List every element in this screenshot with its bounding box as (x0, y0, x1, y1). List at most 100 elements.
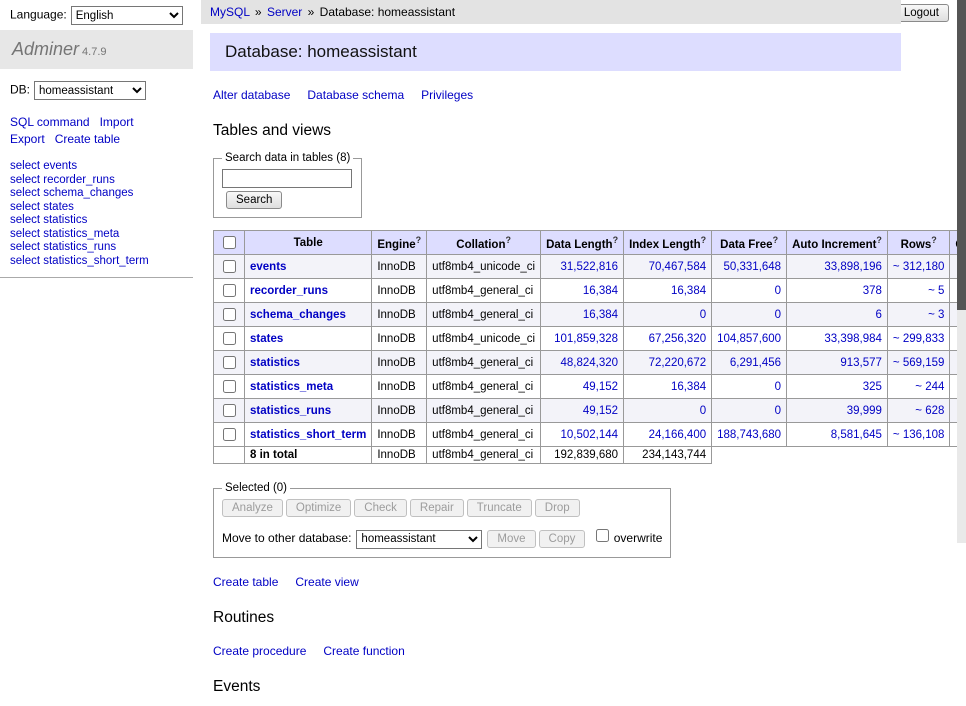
help-link-index-length[interactable]: ? (701, 235, 707, 245)
sidebar-action-create-table[interactable]: Create table (55, 132, 120, 146)
table-link-events[interactable]: events (250, 261, 286, 273)
cell-data-length-link-schema_changes[interactable]: 16,384 (583, 309, 618, 321)
cell-data-free-link-schema_changes[interactable]: 0 (775, 309, 781, 321)
row-checkbox-statistics[interactable] (223, 356, 236, 369)
breadcrumb-server[interactable]: Server (267, 5, 302, 19)
cell-data-free-link-statistics[interactable]: 6,291,456 (730, 357, 781, 369)
table-link-statistics[interactable]: statistics (250, 357, 300, 369)
cell-data-free-link-recorder_runs[interactable]: 0 (775, 285, 781, 297)
cell-index-length-link-events[interactable]: 70,467,584 (649, 261, 707, 273)
cell-auto-increment-link-recorder_runs[interactable]: 378 (863, 285, 882, 297)
row-checkbox-recorder_runs[interactable] (223, 284, 236, 297)
sidebar-action-sql-command[interactable]: SQL command (10, 115, 90, 129)
cell-data-free-link-statistics_meta[interactable]: 0 (775, 381, 781, 393)
cell-rows-link-schema_changes[interactable]: ~ 3 (928, 309, 944, 321)
cell-rows-link-events[interactable]: ~ 312,180 (893, 261, 944, 273)
row-checkbox-schema_changes[interactable] (223, 308, 236, 321)
create-link-create-view[interactable]: Create view (295, 575, 358, 589)
optimize-button[interactable]: Optimize (286, 499, 351, 517)
cell-index-length-link-recorder_runs[interactable]: 16,384 (671, 285, 706, 297)
search-button[interactable]: Search (226, 191, 282, 209)
cell-auto-increment-link-statistics_short_term[interactable]: 8,581,645 (831, 429, 882, 441)
copy-button[interactable]: Copy (539, 530, 586, 548)
cell-data-length-link-states[interactable]: 101,859,328 (554, 333, 618, 345)
check-button[interactable]: Check (354, 499, 407, 517)
row-checkbox-statistics_short_term[interactable] (223, 428, 236, 441)
cell-index-length-link-statistics_short_term[interactable]: 24,166,400 (649, 429, 707, 441)
sidebar-link-select-events[interactable]: select events (10, 160, 77, 172)
table-link-statistics_runs[interactable]: statistics_runs (250, 405, 331, 417)
routine-link-create-procedure[interactable]: Create procedure (213, 644, 306, 658)
sidebar-link-select-schema-changes[interactable]: select schema_changes (10, 187, 133, 199)
cell-data-length-link-recorder_runs[interactable]: 16,384 (583, 285, 618, 297)
cell-data-length-link-statistics_meta[interactable]: 49,152 (583, 381, 618, 393)
cell-data-free-link-statistics_runs[interactable]: 0 (775, 405, 781, 417)
help-link-rows[interactable]: ? (931, 235, 937, 245)
table-link-recorder_runs[interactable]: recorder_runs (250, 285, 328, 297)
help-link-collation[interactable]: ? (505, 235, 511, 245)
cell-data-free-link-events[interactable]: 50,331,648 (724, 261, 782, 273)
cell-auto-increment-link-events[interactable]: 33,898,196 (824, 261, 882, 273)
select-all-checkbox[interactable] (223, 236, 236, 249)
sidebar-link-select-statistics-short-term[interactable]: select statistics_short_term (10, 255, 149, 267)
move-button[interactable]: Move (487, 530, 535, 548)
truncate-button[interactable]: Truncate (467, 499, 532, 517)
create-link-create-table[interactable]: Create table (213, 575, 278, 589)
row-checkbox-states[interactable] (223, 332, 236, 345)
move-db-select[interactable]: homeassistant (356, 530, 482, 549)
cell-data-length-link-statistics_runs[interactable]: 49,152 (583, 405, 618, 417)
cell-auto-increment-link-statistics[interactable]: 913,577 (840, 357, 882, 369)
cell-index-length-link-schema_changes[interactable]: 0 (700, 309, 706, 321)
cell-rows-link-statistics_meta[interactable]: ~ 244 (915, 381, 944, 393)
nav-link-database-schema[interactable]: Database schema (307, 88, 404, 102)
cell-index-length-link-statistics_meta[interactable]: 16,384 (671, 381, 706, 393)
cell-rows-link-recorder_runs[interactable]: ~ 5 (928, 285, 944, 297)
scrollbar-thumb[interactable] (957, 0, 966, 310)
sidebar-link-select-statistics-runs[interactable]: select statistics_runs (10, 241, 116, 253)
cell-index-length-link-statistics_runs[interactable]: 0 (700, 405, 706, 417)
table-link-statistics_short_term[interactable]: statistics_short_term (250, 429, 366, 441)
routine-link-create-function[interactable]: Create function (323, 644, 404, 658)
help-link-data-free[interactable]: ? (773, 235, 779, 245)
sidebar-link-select-statistics-meta[interactable]: select statistics_meta (10, 228, 119, 240)
cell-auto-increment-link-states[interactable]: 33,398,984 (824, 333, 882, 345)
overwrite-checkbox[interactable] (596, 529, 609, 542)
cell-rows-link-statistics_short_term[interactable]: ~ 136,108 (893, 429, 944, 441)
app-logo[interactable]: Adminer4.7.9 (0, 30, 193, 69)
cell-data-length-link-statistics[interactable]: 48,824,320 (561, 357, 619, 369)
help-link-data-length[interactable]: ? (613, 235, 619, 245)
language-select[interactable]: English (71, 6, 183, 25)
help-link-engine[interactable]: ? (416, 235, 422, 245)
sidebar-link-select-recorder-runs[interactable]: select recorder_runs (10, 174, 115, 186)
row-checkbox-events[interactable] (223, 260, 236, 273)
analyze-button[interactable]: Analyze (222, 499, 283, 517)
breadcrumb-mysql[interactable]: MySQL (210, 5, 250, 19)
help-link-auto-increment[interactable]: ? (876, 235, 882, 245)
row-checkbox-statistics_runs[interactable] (223, 404, 236, 417)
cell-data-free-link-states[interactable]: 104,857,600 (717, 333, 781, 345)
row-checkbox-statistics_meta[interactable] (223, 380, 236, 393)
repair-button[interactable]: Repair (410, 499, 464, 517)
drop-button[interactable]: Drop (535, 499, 580, 517)
table-link-states[interactable]: states (250, 333, 283, 345)
sidebar-action-export[interactable]: Export (10, 132, 45, 146)
scrollbar[interactable] (957, 0, 966, 543)
table-link-schema_changes[interactable]: schema_changes (250, 309, 346, 321)
cell-index-length-link-states[interactable]: 67,256,320 (649, 333, 707, 345)
nav-link-alter-database[interactable]: Alter database (213, 88, 290, 102)
sidebar-link-select-statistics[interactable]: select statistics (10, 214, 87, 226)
sidebar-link-select-states[interactable]: select states (10, 201, 74, 213)
cell-index-length-link-statistics[interactable]: 72,220,672 (649, 357, 707, 369)
cell-auto-increment-link-statistics_meta[interactable]: 325 (863, 381, 882, 393)
cell-rows-link-states[interactable]: ~ 299,833 (893, 333, 944, 345)
cell-data-length-link-events[interactable]: 31,522,816 (561, 261, 619, 273)
logout-button[interactable]: Logout (894, 4, 949, 22)
cell-rows-link-statistics[interactable]: ~ 569,159 (893, 357, 944, 369)
table-link-statistics_meta[interactable]: statistics_meta (250, 381, 333, 393)
cell-rows-link-statistics_runs[interactable]: ~ 628 (915, 405, 944, 417)
cell-data-free-link-statistics_short_term[interactable]: 188,743,680 (717, 429, 781, 441)
db-select[interactable]: homeassistant (34, 81, 146, 100)
cell-auto-increment-link-statistics_runs[interactable]: 39,999 (847, 405, 882, 417)
cell-auto-increment-link-schema_changes[interactable]: 6 (876, 309, 882, 321)
sidebar-action-import[interactable]: Import (100, 115, 134, 129)
